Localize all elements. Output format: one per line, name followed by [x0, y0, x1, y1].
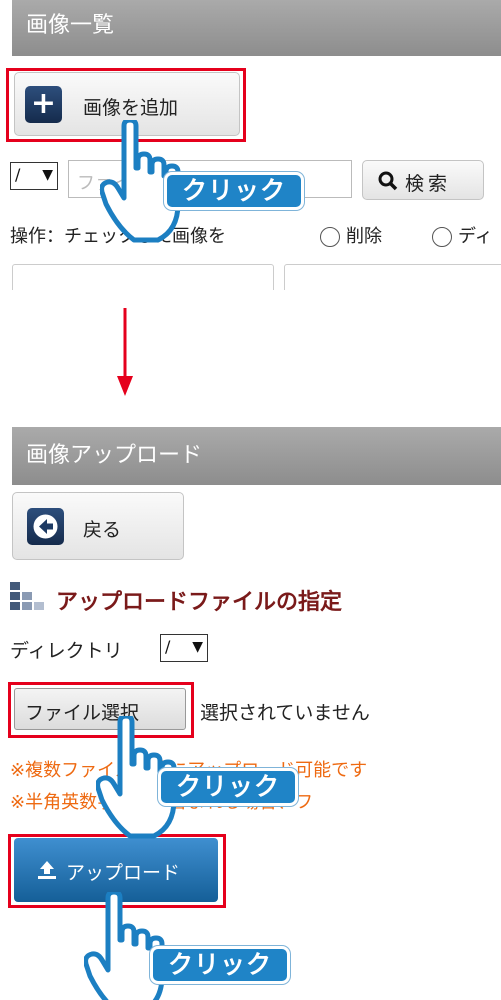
- click-label: クリック: [158, 768, 298, 806]
- bar-blocks-icon: [10, 582, 44, 610]
- image-list-screen: 画像一覧 + 画像を追加 / ▼ ファイル名 検索 操作：チェックした画像を 削…: [0, 0, 501, 290]
- back-button-label: 戻る: [83, 519, 122, 541]
- search-button-label: 検索: [405, 173, 452, 195]
- radio-delete[interactable]: 削除: [320, 222, 382, 248]
- page-title: 画像一覧: [12, 0, 501, 56]
- chevron-down-icon: ▼: [42, 167, 53, 183]
- radio-directory[interactable]: ディ: [432, 222, 493, 248]
- page-title: 画像アップロード: [12, 427, 501, 485]
- chevron-down-icon: ▼: [192, 639, 203, 655]
- directory-select[interactable]: / ▼: [10, 162, 58, 190]
- image-card[interactable]: [12, 264, 274, 290]
- click-label: クリック: [150, 946, 290, 984]
- search-button[interactable]: 検索: [362, 160, 484, 200]
- image-upload-screen: 画像アップロード 戻る アップロードファイルの指定 ディレクトリ / ▼ ファイ…: [0, 410, 501, 1000]
- arrow-left-circle-icon: [27, 508, 64, 545]
- file-status: 選択されていません: [200, 702, 370, 724]
- arrow-down-icon: [117, 308, 133, 396]
- back-button[interactable]: 戻る: [12, 492, 184, 560]
- directory-label: ディレクトリ: [10, 640, 123, 662]
- radio-button[interactable]: [432, 227, 452, 247]
- image-card[interactable]: [284, 264, 501, 290]
- section-title: アップロードファイルの指定: [56, 590, 343, 615]
- click-label: クリック: [164, 172, 304, 210]
- radio-button[interactable]: [320, 227, 340, 247]
- search-icon: [378, 171, 398, 191]
- directory-select[interactable]: / ▼: [160, 634, 208, 662]
